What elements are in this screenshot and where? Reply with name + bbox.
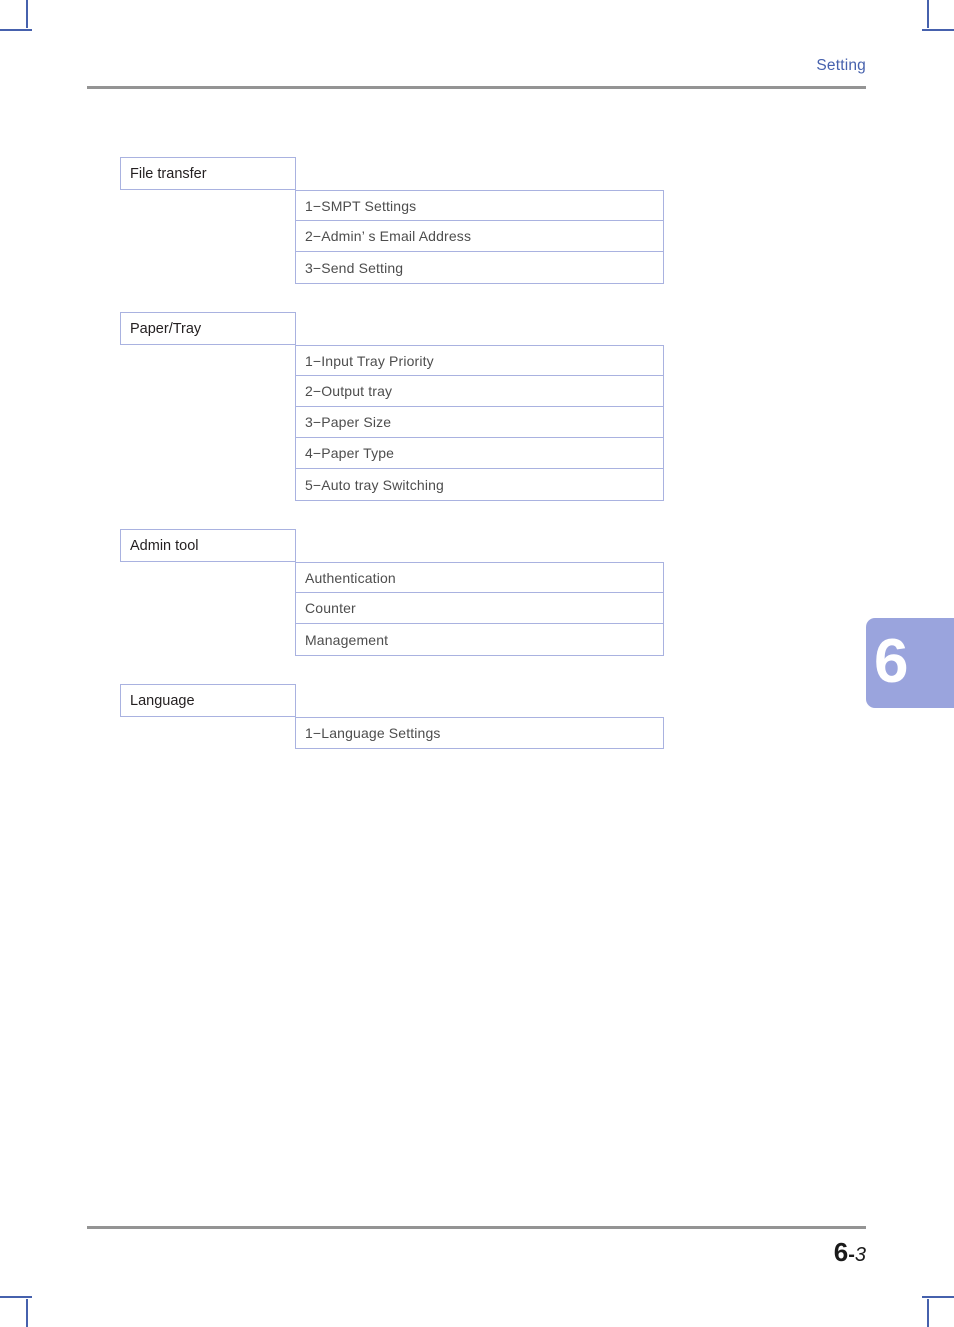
crop-mark-top-left-vertical bbox=[26, 0, 28, 28]
menu-group: Paper/Tray 1−Input Tray Priority 2−Output … bbox=[120, 312, 680, 501]
menu-row: 2−Output tray bbox=[296, 376, 663, 407]
chapter-tab-number: 6 bbox=[874, 627, 909, 696]
menu-group-title: Admin tool bbox=[120, 529, 296, 562]
menu-row: 5−Auto tray Switching bbox=[305, 476, 444, 493]
crop-mark-bottom-left-horizontal bbox=[0, 1296, 32, 1298]
menu-group-rows: Authentication Counter Management bbox=[295, 562, 664, 656]
menu-row: 1−SMPT Settings bbox=[296, 190, 663, 221]
menu-row: 4−Paper Type bbox=[296, 438, 663, 469]
menu-group-title: Paper/Tray bbox=[120, 312, 296, 345]
menu-row: Counter bbox=[296, 593, 663, 624]
crop-mark-bottom-right-horizontal bbox=[922, 1296, 954, 1298]
menu-group-rows: 1−Input Tray Priority 2−Output tray 3−Pape… bbox=[295, 345, 664, 501]
menu-row: 1−Input Tray Priority bbox=[296, 345, 663, 376]
crop-mark-bottom-right-vertical bbox=[927, 1299, 929, 1327]
footer-divider bbox=[87, 1226, 866, 1229]
crop-mark-bottom-left-vertical bbox=[26, 1299, 28, 1327]
menu-row: 1−Language Settings bbox=[296, 717, 663, 748]
header-title: Setting bbox=[816, 57, 866, 74]
menu-tables: File transfer 1−SMPT Settings 2−Admin’ s E… bbox=[120, 157, 680, 749]
menu-group-title: File transfer bbox=[120, 157, 296, 190]
menu-group: Admin tool Authentication Counter Managemen… bbox=[120, 529, 680, 656]
document-page: Setting 6 File transfer 1−SMPT Settings 2−… bbox=[0, 0, 954, 1327]
menu-row: 2−Admin’ s Email Address bbox=[296, 221, 663, 252]
page-number-value: 3 bbox=[854, 1244, 866, 1266]
chapter-tab: 6 bbox=[866, 618, 954, 708]
menu-group-title: Language bbox=[120, 684, 296, 717]
page-number-separator: - bbox=[848, 1244, 855, 1266]
menu-group: Language 1−Language Settings bbox=[120, 684, 680, 749]
crop-mark-top-left-horizontal bbox=[0, 29, 32, 31]
menu-group-rows: 1−Language Settings bbox=[295, 717, 664, 749]
menu-row: 3−Paper Size bbox=[296, 407, 663, 438]
menu-row: Authentication bbox=[296, 562, 663, 593]
running-header: Setting bbox=[87, 58, 866, 89]
page-number: 6-3 bbox=[87, 1239, 866, 1265]
menu-row: Management bbox=[305, 631, 389, 648]
menu-group-rows: 1−SMPT Settings 2−Admin’ s Email Address 3… bbox=[295, 190, 664, 284]
page-footer: 6-3 bbox=[87, 1226, 866, 1265]
header-divider bbox=[87, 85, 866, 89]
menu-row: 3−Send Setting bbox=[305, 259, 404, 276]
crop-mark-top-right-vertical bbox=[927, 0, 929, 28]
menu-group: File transfer 1−SMPT Settings 2−Admin’ s E… bbox=[120, 157, 680, 284]
crop-mark-top-right-horizontal bbox=[922, 29, 954, 31]
page-number-chapter: 6 bbox=[833, 1237, 849, 1267]
